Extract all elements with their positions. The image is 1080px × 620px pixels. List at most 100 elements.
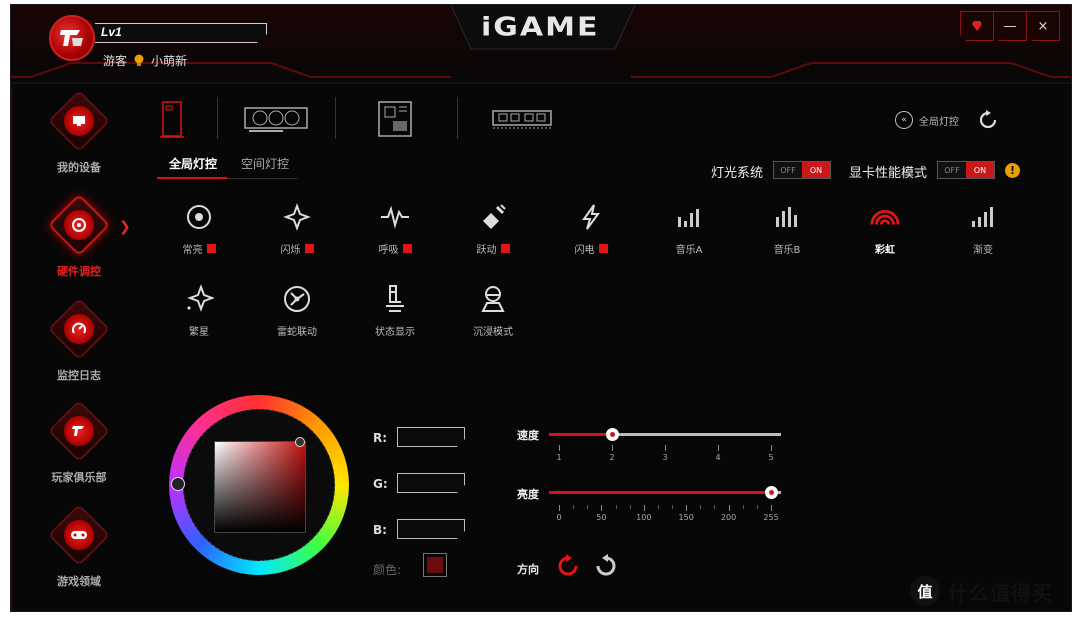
speed-label: 速度 <box>517 429 539 442</box>
user-info: 游客 小萌新 <box>103 52 187 69</box>
device-tab-motherboard[interactable] <box>375 97 415 141</box>
device-tab-pc-case[interactable] <box>157 97 187 141</box>
counterclockwise-icon[interactable] <box>593 553 619 579</box>
immersive-icon <box>477 283 509 315</box>
brightness-label: 亮度 <box>517 488 539 501</box>
memory-icon <box>492 110 552 129</box>
toggle-on: ON <box>802 162 830 178</box>
refresh-icon[interactable] <box>977 109 999 131</box>
effect-flash[interactable]: 闪烁 <box>257 201 337 256</box>
toggle-on: ON <box>966 162 994 178</box>
effect-lightning[interactable]: 闪电 <box>551 201 631 256</box>
slider-tick <box>559 445 560 451</box>
g-label: G: <box>373 477 388 491</box>
hue-handle[interactable] <box>171 477 185 491</box>
slider-tick-label: 5 <box>768 453 774 462</box>
brightness-fill <box>549 491 771 494</box>
sidebar-item-hardware-control[interactable]: 硬件调控 <box>35 193 123 279</box>
effect-label: 常亮 <box>182 245 203 256</box>
saturation-handle[interactable] <box>295 437 305 447</box>
slider-minor-tick <box>714 505 716 509</box>
slider-minor-tick <box>672 505 674 509</box>
color-swatch <box>500 244 510 253</box>
gpu-performance-toggle[interactable]: OFF ON <box>937 161 995 179</box>
flash-star-icon <box>281 201 313 233</box>
color-swatch <box>304 244 314 253</box>
warning-icon[interactable]: ! <box>1005 163 1020 178</box>
effect-label: 雷蛇联动 <box>277 327 317 338</box>
r-input[interactable] <box>397 427 465 447</box>
slider-tick <box>643 505 645 511</box>
tab-space-light[interactable]: 空间灯控 <box>241 155 289 172</box>
device-tab-graphics-card[interactable] <box>243 97 309 141</box>
igame-logo-icon <box>60 30 83 46</box>
avatar[interactable] <box>49 15 95 61</box>
effect-rainbow[interactable]: 彩虹 <box>845 201 925 256</box>
slider-tick-label: 3 <box>662 453 668 462</box>
effect-label: 闪电 <box>574 245 595 256</box>
effect-stars[interactable]: 繁星 <box>159 283 239 338</box>
effect-immersive[interactable]: 沉浸模式 <box>453 283 533 338</box>
gem-icon <box>972 21 982 31</box>
slider-tick <box>665 445 666 451</box>
slider-tick-label: 50 <box>596 513 607 522</box>
clockwise-icon[interactable] <box>555 553 581 579</box>
gradient-bars-icon <box>967 201 999 233</box>
sidebar-item-label: 玩家俱乐部 <box>51 471 107 484</box>
graphics-card-icon <box>244 107 308 132</box>
brightness-ticks: 0 50 100 150 200 255 <box>549 505 781 522</box>
effect-steady[interactable]: 常亮 <box>159 201 239 256</box>
speed-slider[interactable] <box>549 428 781 441</box>
gem-button[interactable] <box>960 11 994 41</box>
sidebar-item-my-devices[interactable]: 我的设备 <box>35 89 123 175</box>
b-input[interactable] <box>397 519 465 539</box>
tab-global-light[interactable]: 全局灯控 <box>169 155 217 172</box>
watermark-logo: 值 <box>910 576 940 606</box>
b-label: B: <box>373 523 387 537</box>
slider-tick <box>612 445 613 451</box>
slider-tick <box>728 505 730 511</box>
sidebar-item-monitor-log[interactable]: 监控日志 <box>35 297 123 383</box>
active-indicator-icon: ❯ <box>119 219 131 235</box>
gamepad-dial-icon <box>64 210 94 240</box>
target-icon <box>183 201 215 233</box>
user-role: 游客 <box>103 54 128 68</box>
watermark: 值 什么值得买 <box>910 576 1053 606</box>
effect-music-b[interactable]: 音乐B <box>747 201 827 256</box>
g-input[interactable] <box>397 473 465 493</box>
sidebar-item-player-club[interactable]: 玩家俱乐部 <box>35 399 123 485</box>
minimize-button[interactable]: — <box>993 11 1027 41</box>
sidebar-item-label: 我的设备 <box>57 161 101 174</box>
slider-tick <box>771 505 772 511</box>
status-icon <box>379 283 411 315</box>
sidebar-item-label: 游戏领域 <box>57 575 101 588</box>
effect-bounce[interactable]: 跃动 <box>453 201 533 256</box>
global-light-button[interactable]: « 全局灯控 <box>895 111 959 129</box>
effect-music-a[interactable]: 音乐A <box>649 201 729 256</box>
effect-status-display[interactable]: 状态显示 <box>355 283 435 338</box>
close-button[interactable]: × <box>1026 11 1060 41</box>
saturation-square[interactable] <box>214 441 306 533</box>
slider-tick-label: 2 <box>609 453 615 462</box>
effect-label: 音乐B <box>773 245 801 256</box>
r-label: R: <box>373 431 388 445</box>
effect-breath[interactable]: 呼吸 <box>355 201 435 256</box>
sidebar-item-game-zone[interactable]: 游戏领域 <box>35 503 123 589</box>
back-arrow-icon: « <box>895 111 913 129</box>
brightness-slider[interactable] <box>549 486 781 499</box>
window-controls: — × <box>960 11 1060 41</box>
slider-tick <box>601 505 603 511</box>
slider-tick <box>771 445 772 451</box>
effect-gradient[interactable]: 渐变 <box>943 201 1023 256</box>
device-tab-memory[interactable] <box>491 97 553 141</box>
effect-label: 跃动 <box>476 245 497 256</box>
light-system-toggle[interactable]: OFF ON <box>773 161 831 179</box>
color-swatch <box>206 244 216 253</box>
effect-label: 渐变 <box>973 245 993 256</box>
color-preview[interactable] <box>423 553 447 577</box>
rainbow-icon <box>869 201 901 233</box>
brightness-thumb[interactable] <box>765 486 778 499</box>
speed-thumb[interactable] <box>606 428 619 441</box>
equalizer-a-icon <box>673 201 705 233</box>
effect-razer-link[interactable]: 雷蛇联动 <box>257 283 337 338</box>
